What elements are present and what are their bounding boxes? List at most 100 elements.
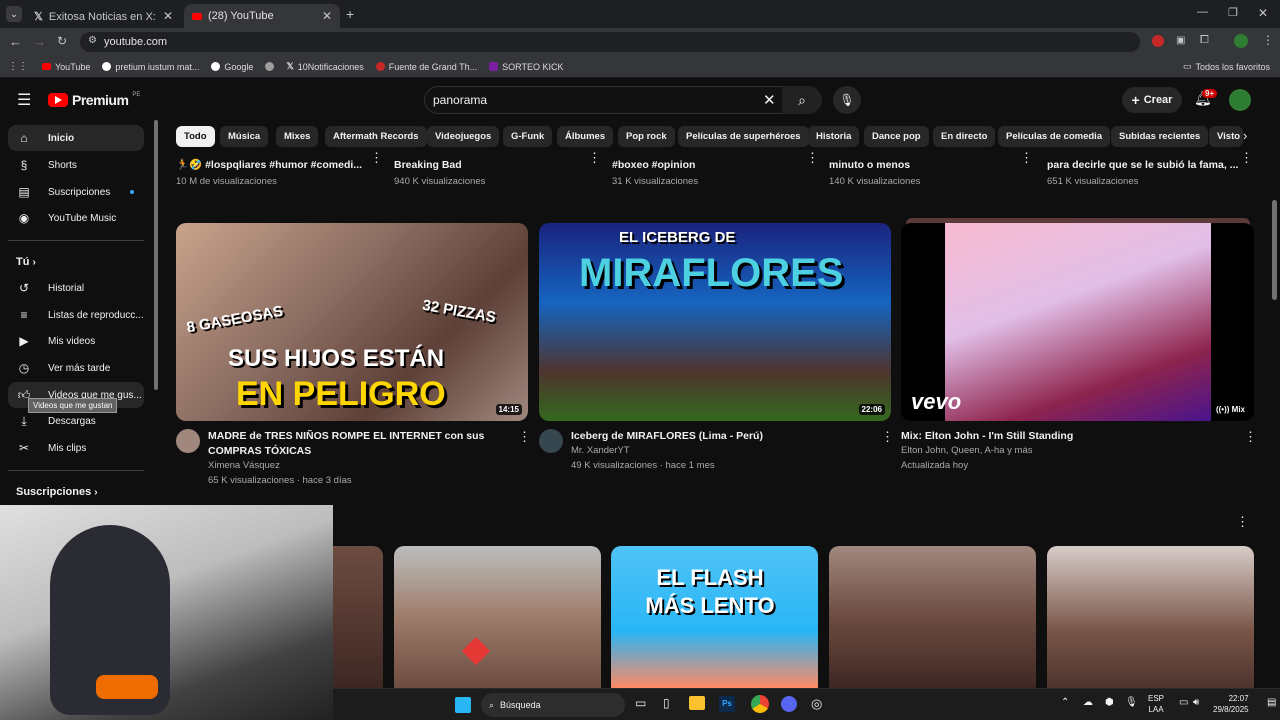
sidebar-item-ver-mas-tarde[interactable]: ◷ Ver más tarde [8,355,144,381]
subscriptions-heading[interactable]: Suscripciones › [16,486,98,498]
chevron-up-icon[interactable]: ⌃ [1061,697,1069,708]
sidebar-item-shorts[interactable]: § Shorts [8,152,144,178]
menu-kebab-icon[interactable]: ⋮ [1262,33,1274,47]
short-thumbnail[interactable]: EL FLASH MÁS LENTO [611,546,818,688]
search-input[interactable]: panorama ✕ [424,86,790,114]
forward-icon[interactable]: → [33,34,46,49]
file-explorer-icon[interactable] [689,696,705,710]
channel-name[interactable]: Ximena Vásquez [208,459,280,473]
extensions-puzzle-icon[interactable]: ⧠ [1200,34,1209,47]
bookmark-globe[interactable] [265,62,275,71]
search-button[interactable]: ⌕ [782,86,822,114]
clock[interactable]: 22:07 29/8/2025 [1213,693,1249,715]
bookmark-10notificaciones[interactable]: 𝕏 10Notificaciones [286,61,363,72]
sidebar-scrollbar[interactable] [154,120,158,390]
photoshop-icon[interactable]: Ps [719,696,735,712]
video-title[interactable]: 🏃🤣 #lospqliares #humor #comedi... [176,158,362,173]
more-options-icon[interactable]: ⋮ [588,150,601,166]
tab-exitosa[interactable]: 𝕏 Exitosa Noticias en X: "🔴🔵 A ✕ [26,4,181,28]
page-scrollbar[interactable] [1272,200,1277,300]
chip-álbumes[interactable]: Álbumes [557,126,614,147]
chip-videojuegos[interactable]: Videojuegos [427,126,500,147]
maximize-button[interactable]: ❐ [1228,6,1238,19]
mic-tray-icon[interactable]: 🎙 [1125,697,1138,708]
chip-en-directo[interactable]: En directo [933,126,996,147]
chip-visto[interactable]: Visto [1209,126,1243,147]
chip-pop-rock[interactable]: Pop rock [618,126,675,147]
video-title[interactable]: para decirle que se le subió la fama, ..… [1047,158,1238,173]
steam-icon[interactable]: ◎ [811,696,822,712]
bookmark-gta[interactable]: Fuente de Grand Th... [375,62,477,72]
media-icon[interactable]: ▣ [1176,35,1185,46]
sidebar-item-descargas[interactable]: ⤓ Descargas [8,408,144,434]
video-thumbnail[interactable]: vevo ((•)) Mix [901,223,1254,421]
close-icon[interactable]: ✕ [322,9,332,23]
channel-avatar[interactable] [176,429,200,453]
address-bar[interactable]: ⚙ youtube.com [80,32,1140,52]
extension-icon[interactable] [1152,35,1164,47]
video-title[interactable]: minuto o menos [829,158,910,173]
all-favorites-folder[interactable]: ▭ Todos los favoritos [1183,61,1270,72]
display-icon[interactable]: ▭ [1179,697,1188,708]
task-view-icon[interactable]: ▭ [635,696,646,710]
video-title[interactable]: Breaking Bad [394,158,462,173]
more-options-icon[interactable]: ⋮ [1236,514,1249,530]
more-options-icon[interactable]: ⋮ [518,429,531,445]
apps-grid-icon[interactable]: ⋮⋮ [8,61,28,72]
site-info-icon[interactable]: ⚙ [88,35,97,46]
sidebar-item-historial[interactable]: ↺ Historial [8,275,144,301]
bookmark-google[interactable]: Google [211,62,253,72]
reload-icon[interactable]: ↻ [57,34,67,48]
sidebar-item-suscripciones[interactable]: ▤ Suscripciones [8,179,144,205]
video-title[interactable]: MADRE de TRES NIÑOS ROMPE EL INTERNET co… [208,429,508,459]
volume-icon[interactable]: 🔊︎ [1193,697,1199,708]
sidebar-item-listas[interactable]: ≡ Listas de reproducc... [8,302,144,328]
short-thumbnail[interactable] [333,546,383,688]
app-icon[interactable]: ▯ [663,696,670,710]
tab-youtube[interactable]: (28) YouTube ✕ [184,4,340,28]
chevron-right-icon[interactable]: › [1243,128,1247,143]
chip-aftermath-records[interactable]: Aftermath Records [325,126,427,147]
chrome-icon[interactable] [751,695,769,713]
chip-mixes[interactable]: Mixes [276,126,319,147]
close-icon[interactable]: ✕ [163,9,173,23]
bookmark-pretium[interactable]: pretium iustum mat... [102,62,199,72]
chip-música[interactable]: Música [220,126,269,147]
chip-g-funk[interactable]: G-Funk [503,126,553,147]
sidebar-item-mis-videos[interactable]: ▶ Mis videos [8,328,144,354]
more-options-icon[interactable]: ⋮ [1244,429,1257,445]
discord-icon[interactable] [781,696,797,712]
clear-search-icon[interactable]: ✕ [763,91,776,109]
video-title[interactable]: #boxeo #opinion [612,158,695,173]
create-button[interactable]: + Crear [1122,87,1182,113]
cloud-icon[interactable]: ☁ [1083,697,1093,708]
network-icon[interactable]: ⬢ [1105,697,1114,708]
more-options-icon[interactable]: ⋮ [1240,150,1253,166]
tab-search-button[interactable]: ⌄ [6,6,22,22]
sidebar-item-mis-clips[interactable]: ✂ Mis clips [8,435,144,461]
chip-subidas-recientes[interactable]: Subidas recientes [1111,126,1209,147]
chip-películas-de-comedia[interactable]: Películas de comedia [998,126,1111,147]
short-thumbnail[interactable] [394,546,601,688]
taskbar-search[interactable]: ⌕ Búsqueda [481,693,625,717]
sidebar-item-inicio[interactable]: ⌂ Inicio [8,125,144,151]
close-window-button[interactable]: ✕ [1258,6,1268,20]
more-options-icon[interactable]: ⋮ [370,150,383,166]
profile-avatar[interactable] [1234,34,1248,48]
you-section-heading[interactable]: Tú › [16,256,36,268]
channel-name[interactable]: Mr. XanderYT [571,444,630,458]
video-thumbnail[interactable]: EL ICEBERG DE MIRAFLORES 22:06 [539,223,891,421]
video-title[interactable]: Iceberg de MIRAFLORES (Lima - Perú) [571,429,871,444]
more-options-icon[interactable]: ⋮ [881,429,894,445]
video-thumbnail[interactable]: 8 GASEOSAS 32 PIZZAS SUS HIJOS ESTÁN EN … [176,223,528,421]
bookmark-youtube[interactable]: YouTube [42,62,90,72]
account-avatar[interactable] [1229,89,1251,111]
video-title[interactable]: Mix: Elton John - I'm Still Standing [901,429,1231,444]
short-thumbnail[interactable] [1047,546,1254,688]
menu-hamburger-icon[interactable]: ☰ [17,90,31,110]
minimize-button[interactable]: — [1197,6,1208,18]
chip-películas-de-superhéroes[interactable]: Películas de superhéroes [678,126,809,147]
voice-search-button[interactable]: 🎙 [833,86,861,114]
chip-dance-pop[interactable]: Dance pop [864,126,929,147]
sidebar-item-youtube-music[interactable]: ◉ YouTube Music [8,205,144,231]
